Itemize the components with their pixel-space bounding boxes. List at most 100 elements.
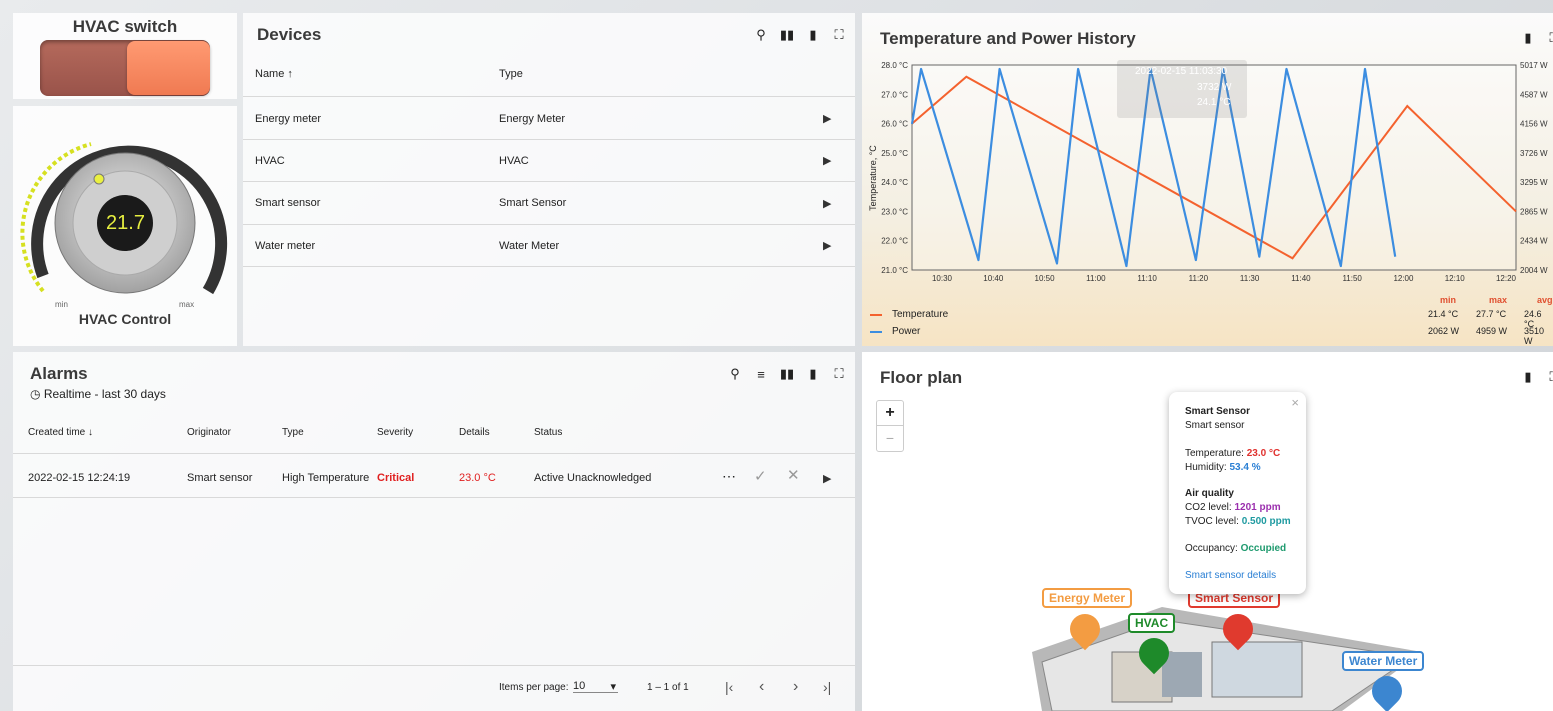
- more-icon[interactable]: ⋯: [722, 468, 736, 485]
- temperature-label: Temperature:: [1185, 448, 1244, 459]
- col-header-severity[interactable]: Severity: [377, 427, 413, 438]
- fullscreen-icon[interactable]: ⛶: [831, 27, 847, 43]
- clear-icon[interactable]: ✕: [787, 466, 800, 484]
- y-tick-right: 4156 W: [1520, 120, 1548, 129]
- legend-label: Temperature: [892, 309, 949, 320]
- col-header-type[interactable]: Type: [282, 427, 304, 438]
- co2-label: CO2 level:: [1185, 502, 1232, 513]
- device-name: Smart sensor: [255, 197, 321, 209]
- alarm-status: Active Unacknowledged: [534, 472, 652, 484]
- export-icon[interactable]: ▮: [805, 27, 821, 43]
- alarm-details: 23.0 °C: [459, 472, 496, 484]
- smart-sensor-details-link[interactable]: Smart sensor details: [1185, 570, 1276, 581]
- col-header-originator[interactable]: Originator: [187, 427, 231, 438]
- open-arrow-icon[interactable]: ▶: [823, 112, 831, 125]
- y-tick-right: 3295 W: [1520, 178, 1548, 187]
- hvac-control-title: HVAC Control: [78, 311, 172, 327]
- legend-header-avg: avg: [1537, 295, 1553, 305]
- realtime-label: Realtime - last 30 days: [43, 387, 166, 401]
- export-icon[interactable]: ▮: [805, 366, 821, 382]
- next-page-icon[interactable]: ›: [793, 678, 798, 696]
- y-tick-right: 2004 W: [1520, 266, 1548, 275]
- legend-swatch: [870, 314, 882, 316]
- page-size-select[interactable]: 10 ▾: [573, 680, 618, 693]
- floorplan-card: Floor plan ▮ ⛶ + − Energy Meter HVAC Sma…: [862, 352, 1553, 711]
- tooltip-temp: 24.1 °C: [1197, 97, 1231, 108]
- search-icon[interactable]: ⚲: [727, 366, 743, 382]
- acknowledge-icon[interactable]: ✓: [754, 467, 767, 485]
- marker-label: Water Meter: [1342, 651, 1425, 671]
- page-range: 1 – 1 of 1: [647, 682, 689, 693]
- prev-page-icon[interactable]: ‹: [759, 678, 764, 696]
- y-tick-left: 23.0 °C: [881, 207, 908, 216]
- col-header-name[interactable]: Name ↑: [255, 68, 293, 80]
- chevron-down-icon: ▾: [610, 681, 616, 693]
- page-size-value: 10: [573, 680, 586, 692]
- alarms-toolbar: ⚲ ≡ ▮▮ ▮ ⛶: [727, 366, 847, 382]
- legend-max: 4959 W: [1476, 326, 1508, 336]
- legend-header-min: min: [1440, 295, 1457, 305]
- alarm-originator: Smart sensor: [187, 472, 253, 484]
- gauge-min-label: min: [55, 300, 68, 309]
- search-icon[interactable]: ⚲: [753, 27, 769, 43]
- col-header-created-time[interactable]: Created time ↓: [28, 427, 93, 438]
- x-tick: 10:40: [983, 274, 1004, 283]
- legend-min: 21.4 °C: [1428, 309, 1459, 319]
- y-tick-left: 26.0 °C: [881, 120, 908, 129]
- x-tick: 12:00: [1393, 274, 1414, 283]
- open-arrow-icon[interactable]: ▶: [823, 197, 831, 210]
- filter-icon[interactable]: ≡: [753, 366, 769, 382]
- col-header-status[interactable]: Status: [534, 427, 562, 438]
- alarms-title: Alarms: [30, 364, 88, 383]
- alarm-time: 2022-02-15 12:24:19: [28, 472, 131, 484]
- columns-icon[interactable]: ▮▮: [779, 27, 795, 43]
- humidity-value: 53.4 %: [1229, 462, 1261, 473]
- hvac-temperature-value: 21.7: [106, 212, 145, 234]
- x-tick: 12:10: [1445, 274, 1466, 283]
- last-page-icon[interactable]: ›|: [823, 679, 831, 695]
- x-tick: 11:30: [1240, 274, 1260, 283]
- y-tick-right: 2434 W: [1520, 237, 1548, 246]
- occupancy-value: Occupied: [1240, 543, 1287, 554]
- col-header-details[interactable]: Details: [459, 427, 490, 438]
- marker-label: Energy Meter: [1042, 588, 1133, 608]
- col-header-type[interactable]: Type: [499, 68, 523, 80]
- x-tick: 11:40: [1291, 274, 1311, 283]
- alarm-severity: Critical: [377, 472, 415, 484]
- popup-humidity: Humidity: 53.4 %: [1185, 462, 1261, 473]
- items-per-page-label: Items per page:: [499, 682, 569, 693]
- columns-icon[interactable]: ▮▮: [779, 366, 795, 382]
- popup-close-icon[interactable]: ×: [1291, 395, 1299, 410]
- device-type: HVAC: [499, 155, 529, 167]
- open-arrow-icon[interactable]: ▶: [823, 472, 831, 485]
- hvac-control-card: 21.7 min max HVAC Control: [13, 106, 237, 346]
- tooltip-power: 3732 W: [1197, 82, 1232, 93]
- hvac-switch-title: HVAC switch: [72, 17, 178, 36]
- hvac-toggle-knob[interactable]: [127, 41, 210, 95]
- y-tick-left: 22.0 °C: [881, 237, 908, 246]
- open-arrow-icon[interactable]: ▶: [823, 239, 831, 252]
- fullscreen-icon[interactable]: ⛶: [831, 366, 847, 382]
- y-tick-right: 5017 W: [1520, 61, 1548, 70]
- alarms-card: Alarms ◷ Realtime - last 30 days ⚲ ≡ ▮▮ …: [13, 352, 855, 711]
- humidity-label: Humidity:: [1185, 462, 1227, 473]
- smart-sensor-popup: × Smart Sensor Smart sensor Temperature:…: [1169, 392, 1306, 594]
- device-name: Water meter: [255, 240, 316, 252]
- x-tick: 11:10: [1137, 274, 1157, 283]
- y-tick-left: 28.0 °C: [881, 61, 908, 70]
- history-card: Temperature and Power History ▮ ⛶ 28.0 °…: [862, 13, 1553, 346]
- y-tick-right: 4587 W: [1520, 90, 1548, 99]
- tvoc-label: TVOC level:: [1185, 516, 1239, 527]
- popup-subtitle: Smart sensor: [1185, 420, 1245, 431]
- open-arrow-icon[interactable]: ▶: [823, 154, 831, 167]
- temperature-value: 23.0 °C: [1246, 448, 1281, 459]
- popup-title: Smart Sensor: [1185, 406, 1251, 417]
- occupancy-label: Occupancy:: [1185, 543, 1238, 554]
- popup-air-quality-title: Air quality: [1185, 488, 1234, 499]
- first-page-icon[interactable]: |‹: [725, 679, 733, 695]
- x-tick: 11:00: [1086, 274, 1106, 283]
- devices-toolbar: ⚲ ▮▮ ▮ ⛶: [753, 27, 847, 43]
- realtime-selector[interactable]: ◷ Realtime - last 30 days: [30, 387, 166, 401]
- y-tick-left: 21.0 °C: [881, 266, 908, 275]
- popup-temperature: Temperature: 23.0 °C: [1185, 448, 1280, 459]
